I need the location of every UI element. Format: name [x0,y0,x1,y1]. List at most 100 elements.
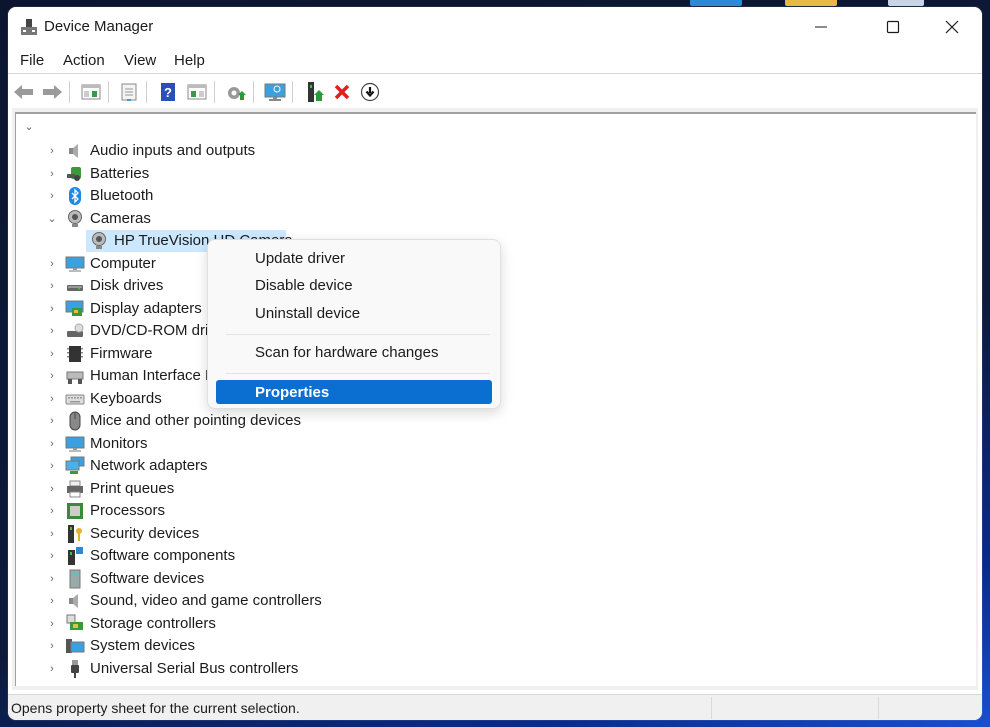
minimize-button[interactable] [798,7,844,47]
tree-category-row[interactable]: › Software components [16,545,956,567]
chevron-right-icon[interactable]: › [46,145,58,157]
menu-help[interactable]: Help [174,52,205,69]
tree-category-label: Batteries [90,164,150,182]
tree-category-row[interactable]: › Bluetooth [16,185,956,207]
toolbar-separator [253,81,254,103]
context-menu-item-label: Disable device [255,277,353,294]
tree-category-row[interactable]: › Software devices [16,568,956,590]
status-bar: Opens property sheet for the current sel… [8,694,982,720]
scan-monitor-icon [264,83,286,101]
chevron-right-icon[interactable]: › [46,528,58,540]
context-menu-separator [226,373,490,374]
title-bar: Device Manager [8,7,982,47]
mouse-icon [69,411,81,431]
menu-file[interactable]: File [20,52,44,69]
battery-icon [67,166,81,181]
tree-category-label: Firmware [90,344,153,362]
tree-category-row[interactable]: › Audio inputs and outputs [16,140,956,162]
properties-button[interactable] [118,81,140,103]
tree-category-row[interactable]: › Sound, video and game controllers [16,590,956,612]
chevron-right-icon[interactable]: › [46,640,58,652]
status-text: Opens property sheet for the current sel… [11,700,300,716]
back-arrow-icon [14,85,33,99]
back-button[interactable] [13,81,35,103]
disable-device-button[interactable] [359,81,381,103]
context-menu-item-scan-for-hardware-changes[interactable]: Scan for hardware changes [216,341,492,365]
enable-device-icon [308,82,324,102]
chevron-right-icon[interactable]: › [46,370,58,382]
desktop-icon-blue [690,0,742,6]
status-panel [711,697,877,719]
tree-category-row[interactable]: › Print queues [16,478,956,500]
chevron-right-icon[interactable]: › [46,325,58,337]
chevron-right-icon[interactable]: › [46,550,58,562]
tree-category-row[interactable]: › Mice and other pointing devices [16,410,956,432]
tree-category-row[interactable]: › Security devices [16,523,956,545]
chevron-right-icon[interactable]: › [46,303,58,315]
context-menu: Update driver Disable device Uninstall dev… [207,239,501,409]
webcam-icon [68,209,82,227]
down-arrow-circle-icon [360,82,380,102]
keyboard-icon [65,394,85,404]
tree-category-label: Processors [90,502,166,519]
chevron-right-icon[interactable]: › [46,663,58,675]
enable-device-button[interactable] [304,81,326,103]
chevron-right-icon[interactable]: › [46,348,58,360]
tree-category-label: Display adapters [90,299,202,317]
tree-category-label: Audio inputs and outputs [90,142,256,159]
webcam-icon [92,232,106,249]
tree-category-row[interactable]: › Batteries [16,163,956,185]
forward-button[interactable] [41,81,63,103]
scan-hardware-button[interactable] [264,81,286,103]
chevron-right-icon[interactable]: › [46,438,58,450]
root-expand-chevron[interactable]: ⌄ [23,120,35,133]
context-menu-item-update-driver[interactable]: Update driver [216,246,492,270]
context-menu-item-label: Scan for hardware changes [255,344,439,361]
menu-view[interactable]: View [124,52,156,69]
chevron-right-icon[interactable]: › [46,595,58,607]
tree-category-row[interactable]: › Monitors [16,433,956,455]
toolbar-separator [69,81,70,103]
maximize-button[interactable] [870,7,916,47]
chevron-down-icon[interactable]: ⌄ [46,213,58,225]
chevron-right-icon[interactable]: › [46,618,58,630]
tree-category-row[interactable]: › Universal Serial Bus controllers [16,658,956,680]
context-menu-item-label: Properties [255,383,330,401]
tree-category-row[interactable]: › System devices [16,635,956,657]
context-menu-item-disable-device[interactable]: Disable device [216,274,492,298]
tree-category-label: Print queues [90,479,175,497]
chevron-right-icon[interactable]: › [46,505,58,517]
display-adapter-icon [65,300,84,316]
chevron-right-icon[interactable]: › [46,280,58,292]
chevron-right-icon[interactable]: › [46,393,58,405]
tree-category-label: Mice and other pointing devices [90,412,301,429]
speaker-icon [69,594,78,608]
chevron-right-icon[interactable]: › [46,190,58,202]
uninstall-device-button[interactable] [331,81,353,103]
show-hide-action-pane-button[interactable] [186,81,208,103]
help-button[interactable]: ? [157,81,179,103]
context-menu-separator [226,333,490,335]
update-driver-button[interactable] [225,81,247,103]
chevron-right-icon[interactable]: › [46,415,58,427]
tree-category-row[interactable]: › Network adapters [16,455,956,477]
desktop-icon-folder [785,0,837,6]
tree-category-row[interactable]: › Storage controllers [16,613,956,635]
toolbar-separator [214,81,215,103]
device-manager-window: Device Manager File Action View Help ? ⌄… [8,7,982,720]
storage-controller-icon [66,614,83,630]
network-icon [65,456,85,474]
context-menu-item-uninstall-device[interactable]: Uninstall device [216,301,492,325]
menu-action[interactable]: Action [63,52,105,69]
chevron-right-icon[interactable]: › [46,573,58,585]
show-hide-console-tree-button[interactable] [80,81,102,103]
context-menu-item-properties[interactable]: Properties [216,380,492,404]
tree-category-row[interactable]: › Processors [16,500,956,522]
tree-category-row[interactable]: ⌄ Cameras [16,208,956,230]
close-button[interactable] [929,7,975,47]
status-panel [878,697,979,719]
chevron-right-icon[interactable]: › [46,483,58,495]
chevron-right-icon[interactable]: › [46,460,58,472]
chevron-right-icon[interactable]: › [46,168,58,180]
chevron-right-icon[interactable]: › [46,258,58,270]
